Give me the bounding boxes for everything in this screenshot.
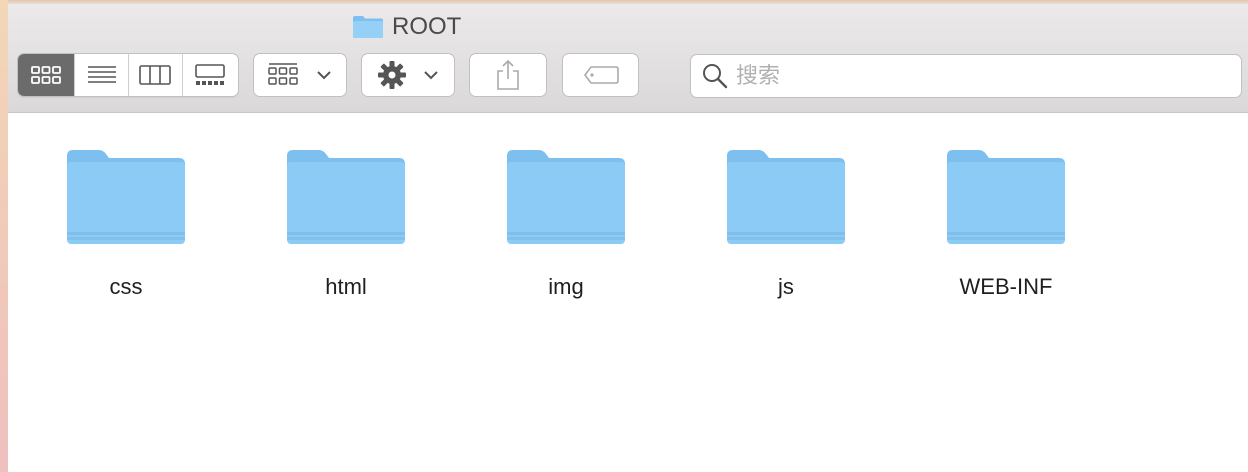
view-mode-control	[17, 53, 239, 97]
folder-label: css	[109, 274, 143, 299]
window-title: ROOT	[352, 12, 461, 42]
folder-icon	[947, 150, 1065, 244]
share-icon	[497, 59, 519, 90]
folder-label: img	[548, 274, 584, 299]
folder-icon	[67, 150, 185, 244]
folder-label: js	[778, 274, 794, 299]
window-top-edge	[8, 0, 1248, 4]
action-button[interactable]	[361, 53, 455, 97]
tag-button[interactable]	[562, 53, 639, 97]
desktop-background	[0, 0, 8, 472]
folder-label: html	[325, 274, 367, 299]
grid-icon	[31, 66, 62, 84]
gallery-view-button[interactable]	[183, 54, 238, 96]
search-input[interactable]	[734, 62, 1218, 90]
chevron-down-icon	[317, 71, 331, 80]
folder-icon	[507, 150, 625, 244]
icon-view-button[interactable]	[18, 54, 76, 96]
list-icon	[87, 66, 116, 83]
folder-icon	[727, 150, 845, 244]
tag-icon	[583, 66, 619, 84]
search-field[interactable]	[690, 54, 1242, 98]
folder-icon	[287, 150, 405, 244]
finder-window: ROOT 搜索 css html img js WEB-INF	[8, 0, 1248, 472]
folder-item-img[interactable]: img	[466, 140, 666, 310]
folder-item-css[interactable]: css	[26, 140, 226, 310]
chevron-down-icon	[424, 71, 438, 80]
window-title-text: ROOT	[392, 13, 462, 40]
folder-item-web-inf[interactable]: WEB-INF	[906, 140, 1106, 310]
gear-icon	[378, 61, 406, 89]
toolbar: ROOT	[8, 0, 1248, 113]
group-grid-icon	[268, 63, 298, 85]
group-button[interactable]	[253, 53, 347, 97]
list-view-button[interactable]	[75, 54, 129, 96]
share-button[interactable]	[469, 53, 547, 97]
folder-label: WEB-INF	[959, 274, 1053, 299]
search-icon	[703, 64, 728, 89]
columns-icon	[139, 65, 172, 85]
folder-item-js[interactable]: js	[686, 140, 886, 310]
gallery-icon	[195, 64, 226, 85]
folder-icon	[353, 16, 383, 38]
column-view-button[interactable]	[129, 54, 183, 96]
folder-item-html[interactable]: html	[246, 140, 446, 310]
